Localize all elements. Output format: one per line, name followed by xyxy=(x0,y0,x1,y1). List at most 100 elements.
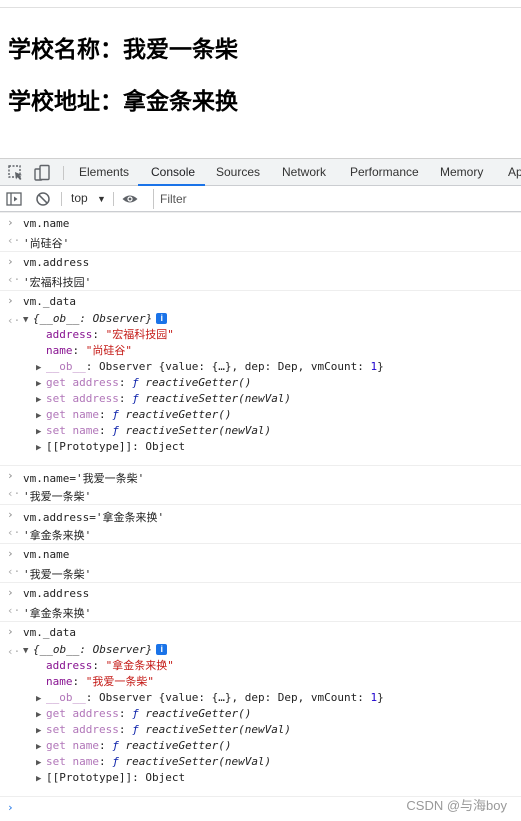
property-set-name[interactable]: ▶ set name: ƒ reactiveSetter(newVal) xyxy=(36,423,271,440)
sidebar-toggle-icon[interactable] xyxy=(5,190,23,208)
console-result-row: ‹· '拿金条来换' xyxy=(0,523,521,543)
console-result: '我爱一条柴' xyxy=(23,490,92,503)
console-object-result: ‹· ▼ {__ob__: Observer} i address: "宏福科技园"… xyxy=(0,309,521,465)
console-toolbar: top ▼ xyxy=(0,186,521,212)
devtools-tabbar: Elements Console Sources Network Perform… xyxy=(0,158,521,186)
watermark: CSDN @与海boy xyxy=(406,798,507,813)
info-icon: i xyxy=(156,644,168,655)
console-object-result: ‹· ▼ {__ob__: Observer} i address: "拿金条来换"… xyxy=(0,640,521,796)
tab-memory[interactable]: Memory xyxy=(440,159,483,186)
toolbar-separator xyxy=(113,192,114,206)
tab-sources[interactable]: Sources xyxy=(216,159,260,186)
collapsed-triangle-icon: ▶ xyxy=(36,443,42,453)
collapsed-triangle-icon: ▶ xyxy=(36,427,42,437)
property-address: address: "宏福科技园" xyxy=(46,328,174,341)
input-chevron-icon: › xyxy=(7,547,14,560)
output-arrow-icon: ‹· xyxy=(7,565,21,578)
input-chevron-icon: › xyxy=(7,586,14,599)
console-result: '我爱一条柴' xyxy=(23,568,92,581)
collapsed-triangle-icon: ▶ xyxy=(36,710,42,720)
output-arrow-icon: ‹· xyxy=(7,604,21,617)
console-input-row: › vm.name xyxy=(0,543,521,562)
info-icon: i xyxy=(156,313,168,324)
device-toolbar-icon[interactable] xyxy=(33,164,51,182)
console-command: vm._data xyxy=(23,295,76,308)
school-address-heading: 学校地址：拿金条来换 xyxy=(8,89,238,115)
input-chevron-icon: › xyxy=(7,469,14,482)
tab-performance[interactable]: Performance xyxy=(350,159,419,186)
console-command: vm.name xyxy=(23,217,70,230)
collapsed-triangle-icon: ▶ xyxy=(36,363,42,373)
property-prototype[interactable]: ▶ [[Prototype]]: Object xyxy=(36,439,185,456)
live-expression-eye-icon[interactable] xyxy=(121,190,139,208)
filter-box xyxy=(153,189,521,209)
console-input-row: › vm.name='我爱一条柴' xyxy=(0,465,521,485)
inspect-element-icon[interactable] xyxy=(7,164,25,182)
property-ob[interactable]: ▶ __ob__: Observer {value: {…}, dep: Dep,… xyxy=(36,359,384,376)
property-set-address[interactable]: ▶ set address: ƒ reactiveSetter(newVal) xyxy=(36,722,291,739)
property-set-name[interactable]: ▶ set name: ƒ reactiveSetter(newVal) xyxy=(36,754,271,771)
console-command: vm._data xyxy=(23,626,76,639)
input-chevron-icon: › xyxy=(7,216,14,229)
collapsed-triangle-icon: ▶ xyxy=(36,742,42,752)
toolbar-separator xyxy=(61,192,62,206)
collapsed-triangle-icon: ▶ xyxy=(36,395,42,405)
output-arrow-icon: ‹· xyxy=(7,314,21,327)
input-chevron-icon: › xyxy=(7,625,14,638)
expanded-triangle-icon: ▼ xyxy=(23,646,29,656)
tab-network[interactable]: Network xyxy=(282,159,326,186)
console-input-row: › vm.name xyxy=(0,212,521,231)
output-arrow-icon: ‹· xyxy=(7,234,21,247)
property-get-address[interactable]: ▶ get address: ƒ reactiveGetter() xyxy=(36,375,251,392)
school-name-heading: 学校名称：我爱一条柴 xyxy=(8,37,238,63)
console-output: › vm.name ‹· '尚硅谷' › vm.address ‹· '宏福科技… xyxy=(0,212,521,821)
tabbar-separator xyxy=(63,166,64,180)
console-result: '拿金条来换' xyxy=(23,529,92,542)
input-chevron-icon: › xyxy=(7,294,14,307)
devtools-panel: Elements Console Sources Network Perform… xyxy=(0,158,521,821)
input-chevron-icon: › xyxy=(7,508,14,521)
property-prototype[interactable]: ▶ [[Prototype]]: Object xyxy=(36,770,185,787)
collapsed-triangle-icon: ▶ xyxy=(36,694,42,704)
collapsed-triangle-icon: ▶ xyxy=(36,758,42,768)
object-header[interactable]: ▼ {__ob__: Observer} i xyxy=(23,311,168,328)
prompt-chevron-icon: › xyxy=(7,801,14,814)
console-input-row: › vm._data xyxy=(0,621,521,640)
context-selector-label: top xyxy=(71,191,88,205)
output-arrow-icon: ‹· xyxy=(7,273,21,286)
console-result-row: ‹· '我爱一条柴' xyxy=(0,484,521,504)
console-result: '尚硅谷' xyxy=(23,237,70,250)
clear-console-icon[interactable] xyxy=(34,190,52,208)
console-command: vm.name xyxy=(23,548,70,561)
property-address: address: "拿金条来换" xyxy=(46,659,174,672)
collapsed-triangle-icon: ▶ xyxy=(36,379,42,389)
input-chevron-icon: › xyxy=(7,255,14,268)
property-set-address[interactable]: ▶ set address: ƒ reactiveSetter(newVal) xyxy=(36,391,291,408)
output-arrow-icon: ‹· xyxy=(7,645,21,658)
collapsed-triangle-icon: ▶ xyxy=(36,726,42,736)
console-input-row: › vm.address xyxy=(0,582,521,601)
console-result-row: ‹· '尚硅谷' xyxy=(0,231,521,251)
console-result-row: ‹· '拿金条来换' xyxy=(0,601,521,621)
tab-console[interactable]: Console xyxy=(151,159,195,186)
property-get-name[interactable]: ▶ get name: ƒ reactiveGetter() xyxy=(36,738,231,755)
expanded-triangle-icon: ▼ xyxy=(23,315,29,325)
collapsed-triangle-icon: ▶ xyxy=(36,411,42,421)
context-selector[interactable]: top ▼ xyxy=(71,191,106,205)
property-ob[interactable]: ▶ __ob__: Observer {value: {…}, dep: Dep,… xyxy=(36,690,384,707)
console-result-row: ‹· '宏福科技园' xyxy=(0,270,521,290)
console-input-row: › vm._data xyxy=(0,290,521,309)
console-command: vm.address xyxy=(23,587,90,600)
filter-input[interactable] xyxy=(160,190,510,208)
tab-elements[interactable]: Elements xyxy=(79,159,129,186)
object-header[interactable]: ▼ {__ob__: Observer} i xyxy=(23,642,168,659)
console-result-row: ‹· '我爱一条柴' xyxy=(0,562,521,582)
console-input-row: › vm.address='拿金条来换' xyxy=(0,504,521,524)
property-get-address[interactable]: ▶ get address: ƒ reactiveGetter() xyxy=(36,706,251,723)
console-command: vm.address xyxy=(23,256,90,269)
tab-application[interactable]: Ap xyxy=(508,159,521,186)
output-arrow-icon: ‹· xyxy=(7,526,21,539)
property-get-name[interactable]: ▶ get name: ƒ reactiveGetter() xyxy=(36,407,231,424)
collapsed-triangle-icon: ▶ xyxy=(36,774,42,784)
dropdown-arrow-icon: ▼ xyxy=(97,194,106,204)
